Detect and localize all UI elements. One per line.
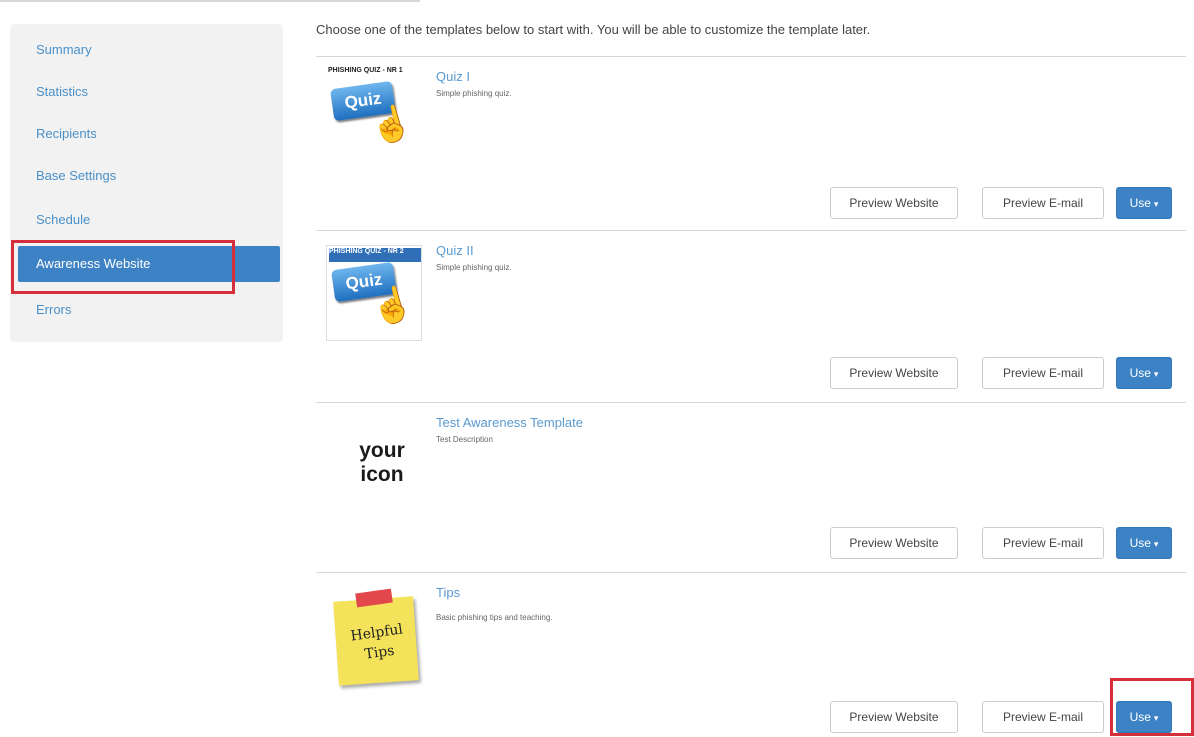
highlight-awareness-website	[11, 240, 235, 294]
use-label: Use	[1129, 366, 1151, 380]
template-card-quiz-2: PHISHING QUIZ - NR 2 Quiz ☝ Quiz II Simp…	[316, 230, 1186, 403]
thumbnail-banner: PHISHING QUIZ - NR 1	[328, 67, 403, 74]
preview-website-button[interactable]: Preview Website	[830, 357, 958, 389]
template-description: Simple phishing quiz.	[436, 263, 512, 272]
quiz-thumbnail: PHISHING QUIZ - NR 2 Quiz ☝	[326, 245, 422, 341]
template-card-tips: Helpful Tips Tips Basic phishing tips an…	[316, 572, 1186, 737]
preview-email-button[interactable]: Preview E-mail	[982, 357, 1104, 389]
sticky-note-thumbnail: Helpful Tips	[326, 579, 422, 689]
use-button[interactable]: Use ▾	[1116, 527, 1172, 559]
caret-down-icon: ▾	[1153, 369, 1159, 379]
preview-email-button[interactable]: Preview E-mail	[982, 187, 1104, 219]
sidebar: Summary Statistics Recipients Base Setti…	[10, 24, 283, 342]
placeholder-icon-text: your icon	[346, 439, 418, 487]
template-description: Test Description	[436, 435, 493, 444]
sidebar-item-schedule[interactable]: Schedule	[18, 202, 280, 238]
placeholder-line-1: your	[359, 439, 405, 462]
use-label: Use	[1129, 196, 1151, 210]
template-title[interactable]: Quiz I	[436, 69, 470, 84]
highlight-use-button	[1110, 678, 1194, 736]
thumbnail-banner: PHISHING QUIZ - NR 2	[329, 248, 421, 262]
placeholder-thumbnail: your icon	[326, 431, 422, 521]
placeholder-line-2: icon	[360, 463, 404, 486]
sticky-note-text: Helpful Tips	[340, 618, 417, 668]
template-title[interactable]: Tips	[436, 585, 460, 600]
sidebar-item-summary[interactable]: Summary	[18, 32, 280, 68]
quiz-thumbnail: PHISHING QUIZ - NR 1 Quiz ☝	[326, 65, 422, 155]
preview-website-button[interactable]: Preview Website	[830, 527, 958, 559]
sidebar-item-errors[interactable]: Errors	[18, 292, 280, 328]
template-description: Basic phishing tips and teaching.	[436, 613, 553, 622]
preview-website-button[interactable]: Preview Website	[830, 187, 958, 219]
preview-website-button[interactable]: Preview Website	[830, 701, 958, 733]
preview-email-button[interactable]: Preview E-mail	[982, 527, 1104, 559]
caret-down-icon: ▾	[1153, 539, 1159, 549]
preview-email-button[interactable]: Preview E-mail	[982, 701, 1104, 733]
template-card-quiz-1: PHISHING QUIZ - NR 1 Quiz ☝ Quiz I Simpl…	[316, 56, 1186, 231]
use-button[interactable]: Use ▾	[1116, 357, 1172, 389]
use-label: Use	[1129, 536, 1151, 550]
sidebar-item-statistics[interactable]: Statistics	[18, 74, 280, 110]
sidebar-item-base-settings[interactable]: Base Settings	[18, 158, 280, 194]
sticky-note-icon: Helpful Tips	[333, 596, 419, 686]
sidebar-item-recipients[interactable]: Recipients	[18, 116, 280, 152]
template-card-test-awareness: your icon Test Awareness Template Test D…	[316, 402, 1186, 573]
intro-text: Choose one of the templates below to sta…	[316, 22, 871, 37]
use-button[interactable]: Use ▾	[1116, 187, 1172, 219]
template-title[interactable]: Quiz II	[436, 243, 474, 258]
template-title[interactable]: Test Awareness Template	[436, 415, 583, 430]
caret-down-icon: ▾	[1153, 199, 1159, 209]
template-description: Simple phishing quiz.	[436, 89, 512, 98]
top-divider	[0, 0, 420, 2]
